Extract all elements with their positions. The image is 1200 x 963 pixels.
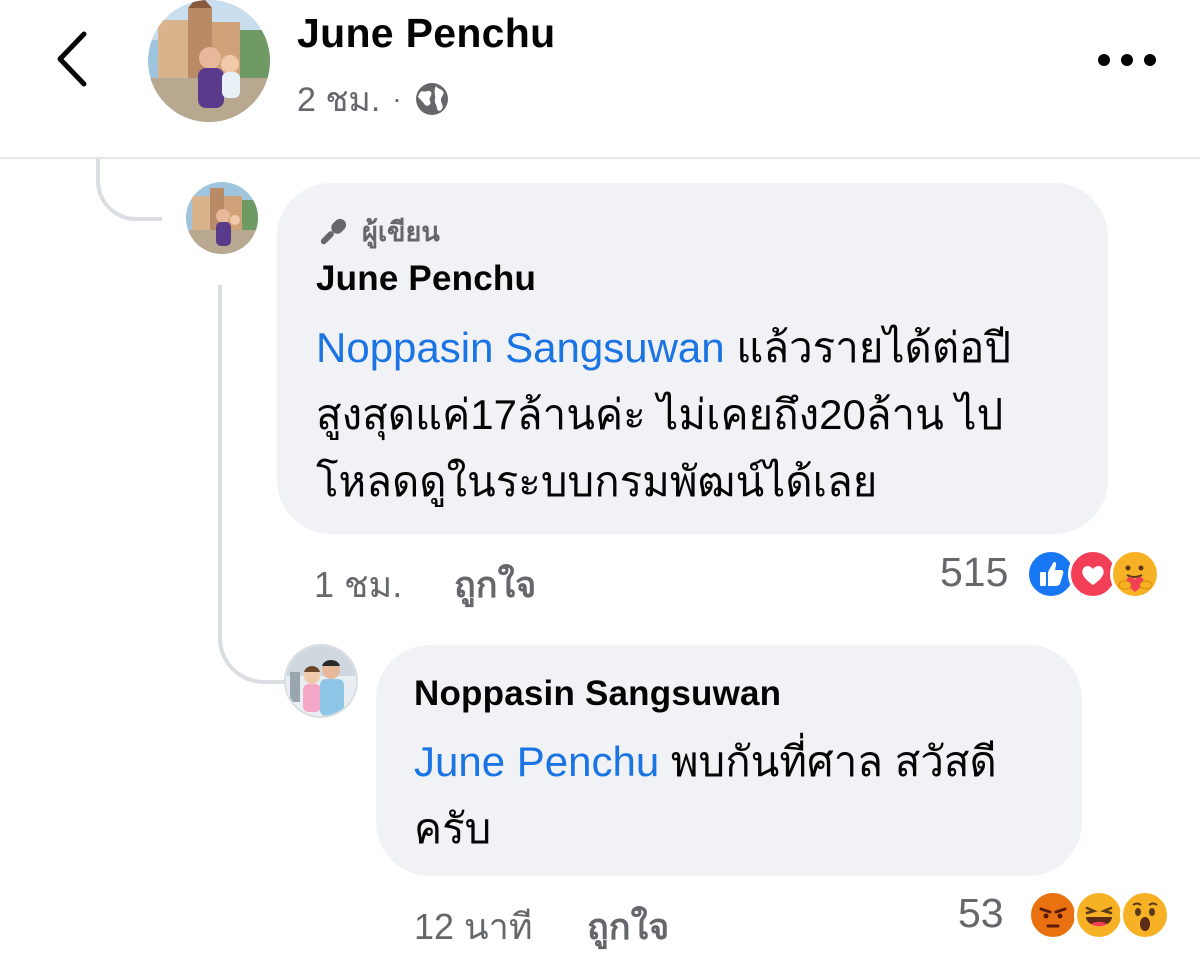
wow-reaction-icon bbox=[1120, 890, 1170, 940]
reply-like-button[interactable]: ถูกใจ bbox=[587, 898, 669, 955]
back-button[interactable] bbox=[46, 24, 106, 94]
more-dots-icon bbox=[1098, 54, 1156, 66]
microphone-icon bbox=[320, 218, 347, 244]
comment-time[interactable]: 1 ชม. bbox=[314, 556, 402, 613]
care-reaction-icon bbox=[1110, 549, 1160, 599]
reply-time[interactable]: 12 นาที bbox=[414, 898, 533, 955]
reply-avatar[interactable] bbox=[284, 644, 358, 718]
author-badge-label: ผู้เขียน bbox=[362, 217, 440, 247]
mention-link[interactable]: Noppasin Sangsuwan bbox=[316, 324, 725, 371]
thread-line-parent bbox=[96, 159, 162, 221]
comment-text-line3: โหลดดูในระบบกรมพัฒน์ได้เลย bbox=[316, 458, 878, 505]
chevron-left-icon bbox=[57, 31, 87, 87]
comment-text-line1: แล้วรายได้ต่อปี bbox=[724, 324, 1011, 371]
reaction-count: 515 bbox=[940, 549, 1009, 595]
reply-text-line1: พบกันที่ศาล สวัสดี bbox=[659, 738, 997, 785]
reply-reaction-summary[interactable]: 53 bbox=[958, 888, 1188, 942]
commenter-avatar[interactable] bbox=[186, 182, 258, 254]
reply-text: June Penchu พบกันที่ศาล สวัสดี ครับ bbox=[414, 728, 1064, 862]
thread-line-reply bbox=[218, 285, 286, 684]
post-time[interactable]: 2 ชม. bbox=[297, 72, 380, 126]
reply-author[interactable]: Noppasin Sangsuwan bbox=[414, 674, 781, 714]
globe-icon bbox=[415, 83, 448, 115]
post-header: June Penchu 2 ชม. · bbox=[0, 0, 1200, 159]
author-name[interactable]: June Penchu bbox=[297, 10, 555, 57]
reply-text-line2: ครับ bbox=[414, 805, 492, 852]
meta-separator: · bbox=[392, 83, 402, 114]
reply-reaction-count: 53 bbox=[958, 890, 1004, 936]
comment-text-line2: สูงสุดแค่17ล้านค่ะ ไม่เคยถึง20ล้าน ไป bbox=[316, 391, 1004, 438]
mention-link[interactable]: June Penchu bbox=[414, 738, 659, 785]
more-options-button[interactable] bbox=[1092, 40, 1162, 80]
haha-reaction-icon bbox=[1074, 890, 1124, 940]
comment-author[interactable]: June Penchu bbox=[316, 259, 536, 299]
reaction-summary[interactable]: 515 bbox=[940, 547, 1180, 601]
comment-text: Noppasin Sangsuwan แล้วรายได้ต่อปี สูงสุ… bbox=[316, 314, 1096, 515]
angry-reaction-icon bbox=[1028, 890, 1078, 940]
author-badge: ผู้เขียน bbox=[316, 210, 440, 253]
author-avatar[interactable] bbox=[148, 0, 270, 122]
like-button[interactable]: ถูกใจ bbox=[454, 556, 536, 613]
post-meta: 2 ชม. · bbox=[297, 72, 450, 126]
